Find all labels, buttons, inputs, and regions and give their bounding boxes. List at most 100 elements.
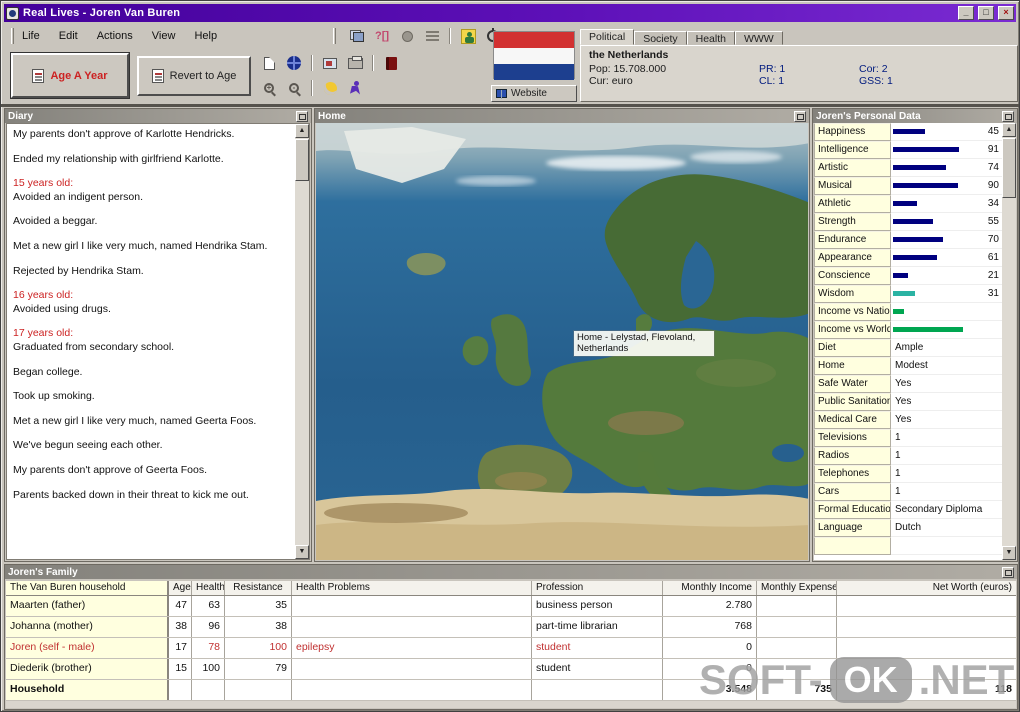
person-icon[interactable]: [458, 27, 478, 45]
stat-label: Musical: [814, 177, 891, 195]
app-icon: [6, 6, 19, 20]
tab-political[interactable]: Political: [580, 29, 635, 45]
personal-data-panel: Joren's Personal Data Happiness 45 Intelli…: [812, 108, 1018, 562]
list-icon[interactable]: [422, 27, 442, 45]
diary-entry: Avoided a beggar.: [13, 215, 98, 228]
globe-icon[interactable]: [284, 54, 304, 72]
stat-value-area: 21: [891, 267, 1002, 285]
personal-title: Joren's Personal Data: [816, 110, 921, 122]
stat-text-value: Yes: [895, 378, 912, 389]
scroll-down-icon[interactable]: ▼: [1002, 546, 1016, 560]
family-maximize-icon[interactable]: [1002, 566, 1014, 578]
stat-value-area: 90: [891, 177, 1002, 195]
stat-value-area: Yes: [891, 393, 1002, 411]
menu-life[interactable]: Life: [20, 29, 42, 43]
stat-text-value: Yes: [895, 414, 912, 425]
personal-scroll-thumb[interactable]: [1002, 138, 1016, 198]
family-header-row: The Van Buren household Age Health Resistan…: [6, 581, 1016, 596]
age-a-year-button[interactable]: Age A Year: [11, 53, 129, 98]
diary-entries[interactable]: My parents don't approve of Karlotte Hen…: [6, 123, 310, 560]
stat-text-value: 1: [895, 486, 901, 497]
diary-scroll-thumb[interactable]: [295, 139, 309, 181]
toolbar-grip[interactable]: [11, 28, 14, 44]
diary-maximize-icon[interactable]: [296, 110, 308, 122]
family-cell: 47: [169, 596, 192, 616]
close-button[interactable]: ×: [998, 6, 1014, 20]
moon-icon[interactable]: [320, 79, 340, 97]
family-cell: business person: [532, 596, 663, 616]
personal-scrollbar[interactable]: ▲ ▼: [1002, 123, 1016, 560]
age-page-icon: [32, 68, 45, 83]
tab-www[interactable]: WWW: [734, 31, 783, 45]
stat-value-area: 34: [891, 195, 1002, 213]
stat-bar: [893, 129, 925, 134]
toolbar-top: ?[]: [333, 27, 503, 45]
maximize-button[interactable]: □: [978, 6, 994, 20]
family-header-cell: The Van Buren household: [6, 581, 169, 595]
scroll-up-icon[interactable]: ▲: [1002, 123, 1016, 137]
diary-entry: Took up smoking.: [13, 390, 95, 403]
stat-row: Artistic 74: [814, 159, 1002, 177]
picture-icon[interactable]: [320, 54, 340, 72]
stat-number: 91: [987, 144, 999, 155]
tab-health[interactable]: Health: [686, 31, 735, 45]
menu-help[interactable]: Help: [192, 29, 219, 43]
stat-text-value: Dutch: [895, 522, 922, 533]
family-row[interactable]: Maarten (father) 47 63 35 business person 2.7…: [6, 596, 1016, 617]
help-pointer-icon[interactable]: ?[]: [372, 27, 392, 45]
stat-label: Conscience: [814, 267, 891, 285]
toolbar-separator: [372, 55, 374, 71]
stat-value-area: 1: [891, 447, 1002, 465]
website-button[interactable]: Website: [491, 85, 577, 102]
stat-text-value: Yes: [895, 396, 912, 407]
red-book-icon[interactable]: [381, 54, 401, 72]
stat-text-value: Secondary Diploma: [895, 504, 983, 515]
runner-icon[interactable]: [345, 79, 365, 97]
family-title: Joren's Family: [8, 566, 78, 578]
family-cell: [837, 596, 1016, 616]
world-map[interactable]: Home - Lelystad, Flevoland, Netherlands: [316, 123, 808, 560]
minimize-button[interactable]: _: [958, 6, 974, 20]
family-cell: 96: [192, 617, 225, 637]
stat-label: Intelligence: [814, 141, 891, 159]
stat-row: Income vs World: [814, 321, 1002, 339]
new-page-icon[interactable]: [259, 54, 279, 72]
family-header-cell: Profession: [532, 581, 663, 595]
stat-value-area: 1: [891, 465, 1002, 483]
diary-scrollbar[interactable]: ▲ ▼: [295, 124, 309, 559]
revert-to-age-button[interactable]: Revert to Age: [137, 56, 251, 96]
stat-row: Televisions 1: [814, 429, 1002, 447]
toolbar-separator: [311, 55, 313, 71]
printer-icon[interactable]: [345, 54, 365, 72]
map-maximize-icon[interactable]: [794, 110, 806, 122]
stat-value-area: 70: [891, 231, 1002, 249]
window-title: Real Lives - Joren Van Buren: [23, 7, 181, 19]
diary-entry: Began college.: [13, 365, 83, 378]
stat-bar: [893, 327, 963, 332]
family-cell: 38: [169, 617, 192, 637]
age-a-year-label: Age A Year: [50, 69, 108, 82]
family-row[interactable]: Johanna (mother) 38 96 38 part-time libraria…: [6, 617, 1016, 638]
toolbar-bottom: + -: [259, 79, 365, 97]
family-cell: [292, 680, 532, 700]
personal-maximize-icon[interactable]: [1002, 110, 1014, 122]
zoom-out-icon[interactable]: -: [284, 79, 304, 97]
stat-label: Artistic: [814, 159, 891, 177]
toolbar-grip[interactable]: [333, 28, 336, 44]
stat-value-area: Ample: [891, 339, 1002, 357]
stat-label: Cars: [814, 483, 891, 501]
stat-label: Medical Care: [814, 411, 891, 429]
family-cell: student: [532, 638, 663, 658]
zoom-in-icon[interactable]: +: [259, 79, 279, 97]
stat-row: Cars 1: [814, 483, 1002, 501]
scroll-up-icon[interactable]: ▲: [295, 124, 309, 138]
record-icon[interactable]: [397, 27, 417, 45]
menu-view[interactable]: View: [150, 29, 178, 43]
tab-society[interactable]: Society: [634, 31, 687, 45]
menu-edit[interactable]: Edit: [57, 29, 80, 43]
family-cell: 2.780: [663, 596, 757, 616]
menu-actions[interactable]: Actions: [95, 29, 135, 43]
photo-transfer-icon[interactable]: [347, 27, 367, 45]
scroll-down-icon[interactable]: ▼: [295, 545, 309, 559]
stat-text-value: Modest: [895, 360, 928, 371]
